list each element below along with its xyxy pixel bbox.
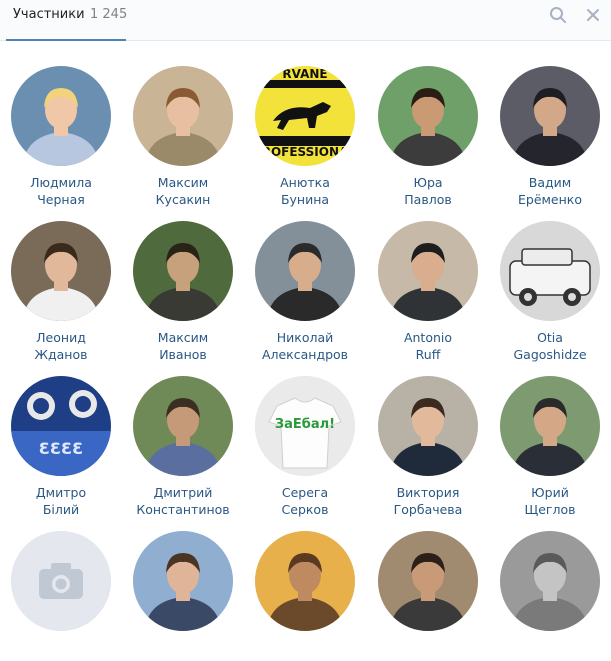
member-avatar[interactable] <box>11 221 111 321</box>
avatar-photo <box>133 66 233 166</box>
member-first-name: Дмитро <box>35 485 87 500</box>
avatar-photo <box>255 531 355 631</box>
member-card[interactable]: Юра Павлов <box>367 41 489 207</box>
tab-members-label: Участники <box>13 7 85 22</box>
member-card[interactable]: Максим Иванов <box>122 196 244 362</box>
member-first-name: Otia <box>537 330 563 345</box>
member-avatar[interactable] <box>500 376 600 476</box>
member-first-name: Виктория <box>396 485 460 500</box>
logo-text-top: RVANE <box>282 67 327 81</box>
member-avatar[interactable]: RVANE ROFESSIONA <box>255 66 355 166</box>
avatar-photo <box>500 376 600 476</box>
member-avatar[interactable]: ƐƐƐƐ <box>11 376 111 476</box>
member-card[interactable]: ƐƐƐƐ Дмитро Білий <box>0 351 122 517</box>
avatar-photo: ƐƐƐƐ <box>11 376 111 476</box>
member-avatar[interactable] <box>378 66 478 166</box>
member-card[interactable] <box>367 506 489 661</box>
member-card[interactable] <box>122 506 244 661</box>
member-avatar[interactable] <box>500 66 600 166</box>
member-avatar[interactable] <box>11 531 111 631</box>
member-first-name: Леонид <box>36 330 86 345</box>
member-card[interactable] <box>0 506 122 661</box>
tshirt-print: ЗаЕбал! <box>275 417 335 432</box>
member-avatar[interactable] <box>255 531 355 631</box>
member-card[interactable]: Otia Gagoshidze <box>489 196 611 362</box>
member-avatar[interactable] <box>255 221 355 321</box>
member-first-name: Серега <box>281 485 329 500</box>
members-header: Участники 1 245 <box>0 0 611 41</box>
close-glyph <box>587 9 599 21</box>
member-first-name: Людмила <box>30 175 92 190</box>
member-card[interactable] <box>489 506 611 661</box>
member-avatar[interactable] <box>133 66 233 166</box>
member-avatar[interactable] <box>133 376 233 476</box>
avatar-photo <box>378 221 478 321</box>
member-avatar[interactable] <box>11 66 111 166</box>
member-avatar[interactable] <box>500 221 600 321</box>
member-card[interactable]: Леонид Жданов <box>0 196 122 362</box>
logo-text-bottom: ROFESSIONA <box>262 145 349 159</box>
avatar-photo <box>11 531 111 631</box>
member-first-name: Николай <box>276 330 334 345</box>
member-first-name: Вадим <box>528 175 572 190</box>
member-card[interactable]: RVANE ROFESSIONA Анютка Бунина <box>244 41 366 207</box>
member-first-name: Анютка <box>280 175 330 190</box>
member-card[interactable]: Antonio Ruff <box>367 196 489 362</box>
avatar-photo <box>255 221 355 321</box>
avatar-photo <box>378 66 478 166</box>
member-card[interactable]: Юрий Щеглов <box>489 351 611 517</box>
avatar-photo <box>11 66 111 166</box>
avatar-photo <box>378 531 478 631</box>
avatar-photo <box>133 531 233 631</box>
member-first-name: Максим <box>157 330 209 345</box>
close-icon[interactable] <box>583 5 603 25</box>
tab-members[interactable]: Участники 1 245 <box>6 0 128 41</box>
avatar-photo <box>500 66 600 166</box>
avatar-photo <box>11 221 111 321</box>
avatar-photo <box>500 531 600 631</box>
member-first-name: Юрий <box>531 485 569 500</box>
member-first-name: Максим <box>157 175 209 190</box>
avatar-photo <box>500 221 600 321</box>
members-grid: Людмила Черная Максим Кусакин RVANE ROFESSION… <box>0 41 611 631</box>
member-first-name: Antonio <box>403 330 453 345</box>
member-card[interactable]: Вадим Ерёменко <box>489 41 611 207</box>
member-card[interactable]: Николай Александров <box>244 196 366 362</box>
avatar-photo <box>378 376 478 476</box>
avatar-photo: ЗаЕбал! <box>255 376 355 476</box>
member-first-name: Дмитрий <box>153 485 213 500</box>
svg-text:ƐƐƐƐ: ƐƐƐƐ <box>39 439 84 458</box>
member-card[interactable]: Дмитрий Константинов <box>122 351 244 517</box>
member-avatar[interactable] <box>133 221 233 321</box>
search-icon[interactable] <box>548 5 568 25</box>
member-avatar[interactable] <box>500 531 600 631</box>
avatar-photo: RVANE ROFESSIONA <box>255 66 355 166</box>
member-avatar[interactable] <box>378 376 478 476</box>
member-first-name: Юра <box>413 175 443 190</box>
members-count: 1 245 <box>90 7 128 22</box>
avatar-photo <box>133 221 233 321</box>
member-avatar[interactable] <box>378 221 478 321</box>
member-card[interactable]: ЗаЕбал! Серега Серков <box>244 351 366 517</box>
member-avatar[interactable] <box>378 531 478 631</box>
search-glyph <box>550 7 566 23</box>
member-avatar[interactable]: ЗаЕбал! <box>255 376 355 476</box>
member-card[interactable]: Виктория Горбачева <box>367 351 489 517</box>
avatar-photo <box>133 376 233 476</box>
member-card[interactable] <box>244 506 366 661</box>
member-card[interactable]: Максим Кусакин <box>122 41 244 207</box>
member-card[interactable]: Людмила Черная <box>0 41 122 207</box>
member-avatar[interactable] <box>133 531 233 631</box>
